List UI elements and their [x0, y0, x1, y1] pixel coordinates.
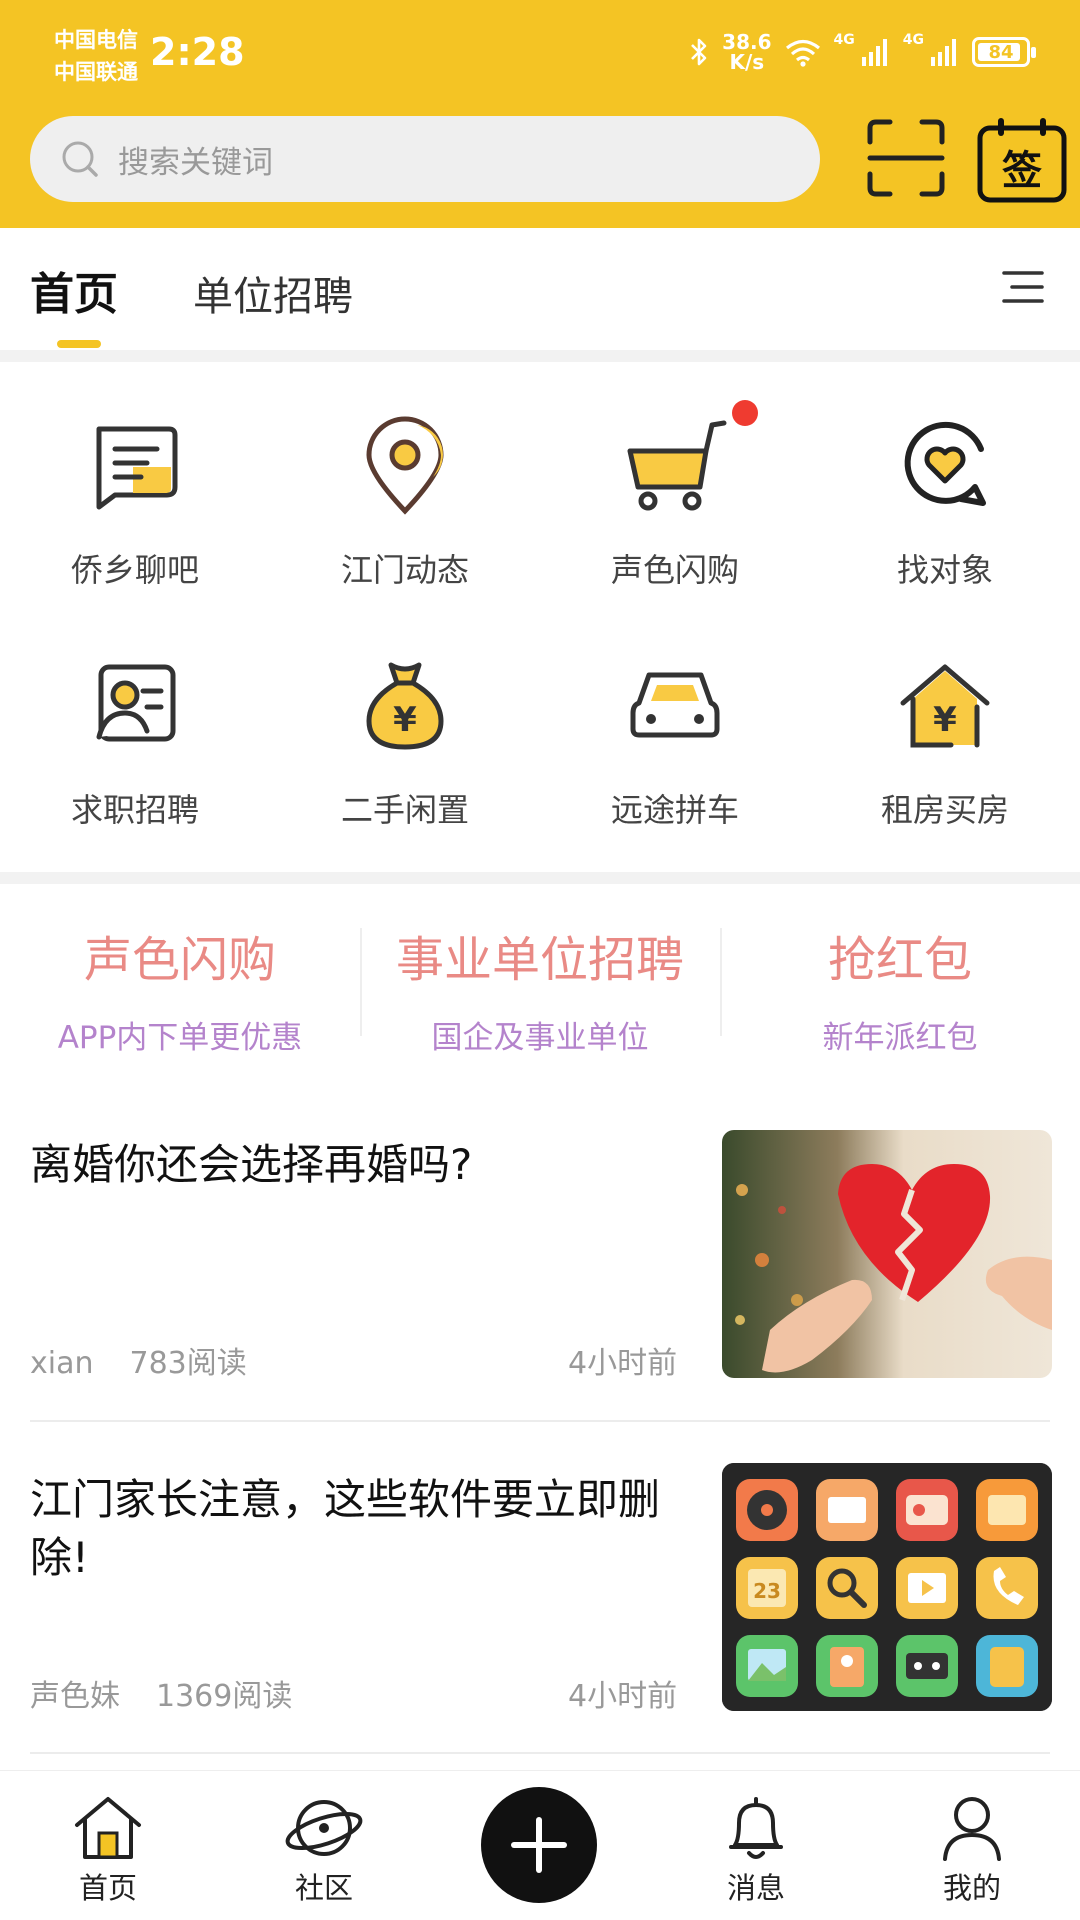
- grid-item-qiaoxiang-chat[interactable]: 侨乡聊吧: [0, 415, 270, 591]
- nav-label: 首页: [78, 1871, 137, 1905]
- grid-label: 江门动态: [340, 551, 469, 589]
- carrier-1: 中国电信: [54, 28, 138, 52]
- grid-label: 二手闲置: [340, 791, 469, 829]
- scan-icon[interactable]: [866, 118, 946, 198]
- grid-item-jobs[interactable]: 求职招聘: [0, 655, 270, 831]
- app-icons-image: 23: [722, 1463, 1052, 1711]
- bell-icon: [729, 1797, 783, 1859]
- heart-bubble-icon: [904, 421, 986, 506]
- broken-heart-image: [722, 1130, 1052, 1378]
- search-placeholder: 搜索关键词: [118, 144, 273, 181]
- grid-label: 租房买房: [880, 791, 1009, 829]
- house-yuan-icon: ¥: [900, 664, 990, 748]
- promo-red-packet[interactable]: 抢红包 新年派红包: [720, 920, 1080, 1057]
- svg-text:¥: ¥: [393, 700, 417, 740]
- network-type-2: 4G: [902, 32, 924, 48]
- article-time: 4小时前: [568, 1346, 678, 1381]
- user-icon: [943, 1797, 1001, 1861]
- grid-item-jiangmen-news[interactable]: 江门动态: [270, 415, 540, 591]
- nav-community[interactable]: 社区: [264, 1793, 384, 1907]
- article-card[interactable]: 离婚你还会选择再婚吗? xian 783阅读 4小时前: [30, 1130, 1052, 1382]
- divider: [0, 350, 1080, 362]
- grid-label: 声色闪购: [610, 551, 739, 589]
- article-title: 江门家长注意，这些软件要立即删除!: [30, 1475, 661, 1582]
- bottom-navigation: 首页 社区 消息 我的: [0, 1770, 1080, 1920]
- app-header: 中国电信 中国联通 2:28 38.6 K/s 4G 4G 84 搜索关键词 签: [0, 0, 1080, 228]
- divider: [0, 872, 1080, 884]
- nav-label: 我的: [942, 1871, 1001, 1905]
- chat-icon: [96, 426, 178, 510]
- id-card-icon: [96, 664, 176, 742]
- article-divider: [30, 1420, 1050, 1422]
- car-icon: [630, 672, 720, 738]
- search-input[interactable]: 搜索关键词: [30, 116, 820, 202]
- article-meta: 声色妹 1369阅读: [30, 1671, 292, 1715]
- grid-item-find-partner[interactable]: 找对象: [810, 415, 1080, 591]
- nav-label: 消息: [726, 1871, 785, 1905]
- article-author: xian: [30, 1346, 94, 1381]
- svg-text:23: 23: [753, 1579, 781, 1603]
- tab-bar: 首页 单位招聘: [0, 228, 1080, 350]
- promo-subtitle: 新年派红包: [822, 1020, 978, 1056]
- status-icons: 38.6 K/s 4G 4G 84: [688, 30, 1036, 74]
- article-time: 4小时前: [568, 1679, 678, 1714]
- planet-icon: [285, 1800, 363, 1856]
- grid-item-carpool[interactable]: 远途拼车: [540, 655, 810, 831]
- article-reads: 1369阅读: [156, 1679, 293, 1714]
- tab-unit-recruitment[interactable]: 单位招聘: [193, 264, 353, 322]
- carrier-2: 中国联通: [54, 60, 138, 84]
- article-divider: [30, 1752, 1050, 1754]
- wifi-icon: [785, 39, 820, 67]
- grid-label: 找对象: [896, 551, 993, 589]
- promo-recruitment[interactable]: 事业单位招聘 国企及事业单位: [360, 920, 720, 1057]
- grid-label: 求职招聘: [70, 791, 199, 829]
- sign-label: 签: [1002, 148, 1042, 194]
- network-type-1: 4G: [833, 32, 855, 48]
- grid-label: 侨乡聊吧: [70, 551, 199, 589]
- sign-in-button[interactable]: 签: [976, 116, 1068, 204]
- publish-plus-button[interactable]: [481, 1787, 597, 1903]
- promo-title: 抢红包: [827, 932, 972, 988]
- svg-text:¥: ¥: [933, 700, 957, 740]
- menu-icon[interactable]: [1002, 270, 1044, 304]
- tab-active-indicator: [57, 340, 101, 348]
- bluetooth-icon: [691, 38, 707, 66]
- signal-icon: [861, 39, 887, 66]
- promo-title: 声色闪购: [83, 932, 276, 988]
- status-time: 2:28: [150, 30, 245, 74]
- nav-messages[interactable]: 消息: [696, 1793, 816, 1907]
- grid-item-flash-sale[interactable]: 声色闪购: [540, 415, 810, 591]
- promo-title: 事业单位招聘: [395, 932, 684, 988]
- grid-label: 远途拼车: [610, 791, 739, 829]
- search-icon: [62, 141, 98, 177]
- network-speed: 38.6 K/s: [722, 30, 772, 74]
- nav-label: 社区: [294, 1871, 353, 1905]
- battery-icon: 84: [972, 37, 1036, 67]
- shopping-cart-icon: [627, 420, 727, 511]
- home-icon: [75, 1797, 141, 1859]
- promo-subtitle: APP内下单更优惠: [57, 1020, 303, 1056]
- article-title: 离婚你还会选择再婚吗?: [30, 1140, 473, 1189]
- article-author: 声色妹: [30, 1679, 120, 1714]
- article-meta: xian 783阅读: [30, 1338, 247, 1382]
- nav-profile[interactable]: 我的: [912, 1793, 1032, 1907]
- grid-item-real-estate[interactable]: ¥ 租房买房: [810, 655, 1080, 831]
- signal-icon: [931, 39, 956, 66]
- promo-subtitle: 国企及事业单位: [431, 1020, 649, 1056]
- nav-home[interactable]: 首页: [48, 1793, 168, 1907]
- money-bag-icon: ¥: [366, 662, 444, 750]
- carrier-info: 中国电信 中国联通: [54, 24, 138, 88]
- tab-home[interactable]: 首页: [30, 258, 118, 322]
- article-card[interactable]: 江门家长注意，这些软件要立即删除! 声色妹 1369阅读 4小时前 23: [30, 1463, 1052, 1715]
- location-pin-icon: [366, 416, 444, 515]
- article-reads: 783阅读: [129, 1346, 247, 1381]
- notification-badge: [732, 400, 758, 426]
- grid-item-second-hand[interactable]: ¥ 二手闲置: [270, 655, 540, 831]
- promo-flash-sale[interactable]: 声色闪购 APP内下单更优惠: [0, 920, 360, 1057]
